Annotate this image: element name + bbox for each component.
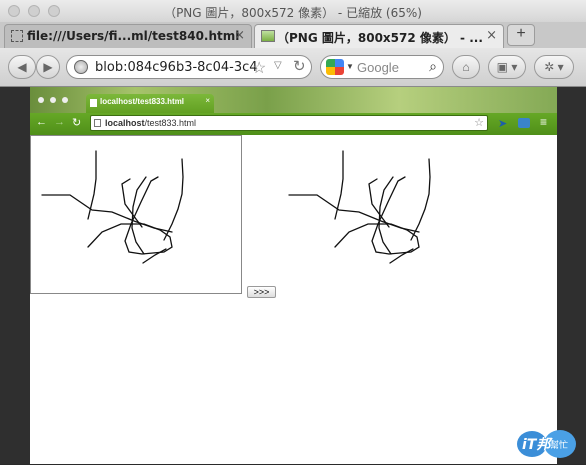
ithome-logo: iT邦 幫忙 (516, 428, 578, 460)
dropdown-arrow-icon[interactable]: ▽ (274, 60, 282, 71)
search-bar[interactable]: ▼ Google ⌕ (320, 55, 444, 79)
search-icon[interactable]: ⌕ (429, 58, 437, 75)
tab-label: file:///Users/fi...ml/test840.html (27, 29, 240, 43)
bookmarks-menu-button[interactable]: ▣ ▾ (488, 55, 526, 79)
image-viewport: localhost/test833.html × ← → ↻ localhost… (30, 87, 557, 464)
close-tab-icon[interactable]: × (486, 28, 497, 43)
tab-strip: file:///Users/fi...ml/test840.html × （PN… (0, 22, 586, 49)
forward-button[interactable]: ▶ (36, 55, 60, 79)
image-thumbnail-icon (261, 30, 275, 42)
tab-png-image[interactable]: （PNG 圖片，800x572 像素） - ... × (254, 24, 504, 48)
next-button: >>> (247, 286, 276, 298)
window-right-margin (557, 87, 586, 464)
back-button[interactable]: ◀ (8, 55, 36, 79)
new-tab-button[interactable]: + (507, 24, 535, 46)
address-text: blob:084c96b3-8c04-3c4 (95, 60, 258, 75)
page-icon (11, 30, 23, 42)
tab-label: （PNG 圖片，800x572 像素） - ... (277, 31, 483, 45)
home-button[interactable]: ⌂ (452, 55, 480, 79)
navigation-toolbar: ◀ ▶ blob:084c96b3-8c04-3c4 ☆ ▽ ↻ ▼ Googl… (0, 48, 586, 87)
window-left-margin (0, 87, 30, 464)
close-tab-icon[interactable]: × (234, 28, 245, 43)
globe-icon (74, 60, 88, 74)
extension-menu-button[interactable]: ✲ ▾ (534, 55, 574, 79)
handwriting-strokes (41, 150, 431, 264)
window-titlebar: （PNG 圖片，800x572 像素） - 已縮放 (65%) (0, 0, 586, 22)
tab-test840[interactable]: file:///Users/fi...ml/test840.html × (4, 24, 252, 48)
google-icon (326, 59, 344, 75)
reload-icon[interactable]: ↻ (293, 57, 306, 75)
logo-text: iT邦 (522, 437, 551, 453)
logo-subtext: 幫忙 (550, 441, 569, 451)
search-placeholder: Google (357, 60, 399, 75)
chevron-down-icon[interactable]: ▼ (346, 62, 354, 71)
window-title: （PNG 圖片，800x572 像素） - 已縮放 (65%) (164, 6, 422, 20)
right-strokes (288, 150, 431, 264)
bookmark-star-icon[interactable]: ☆ (252, 58, 266, 78)
left-strokes (41, 150, 184, 264)
